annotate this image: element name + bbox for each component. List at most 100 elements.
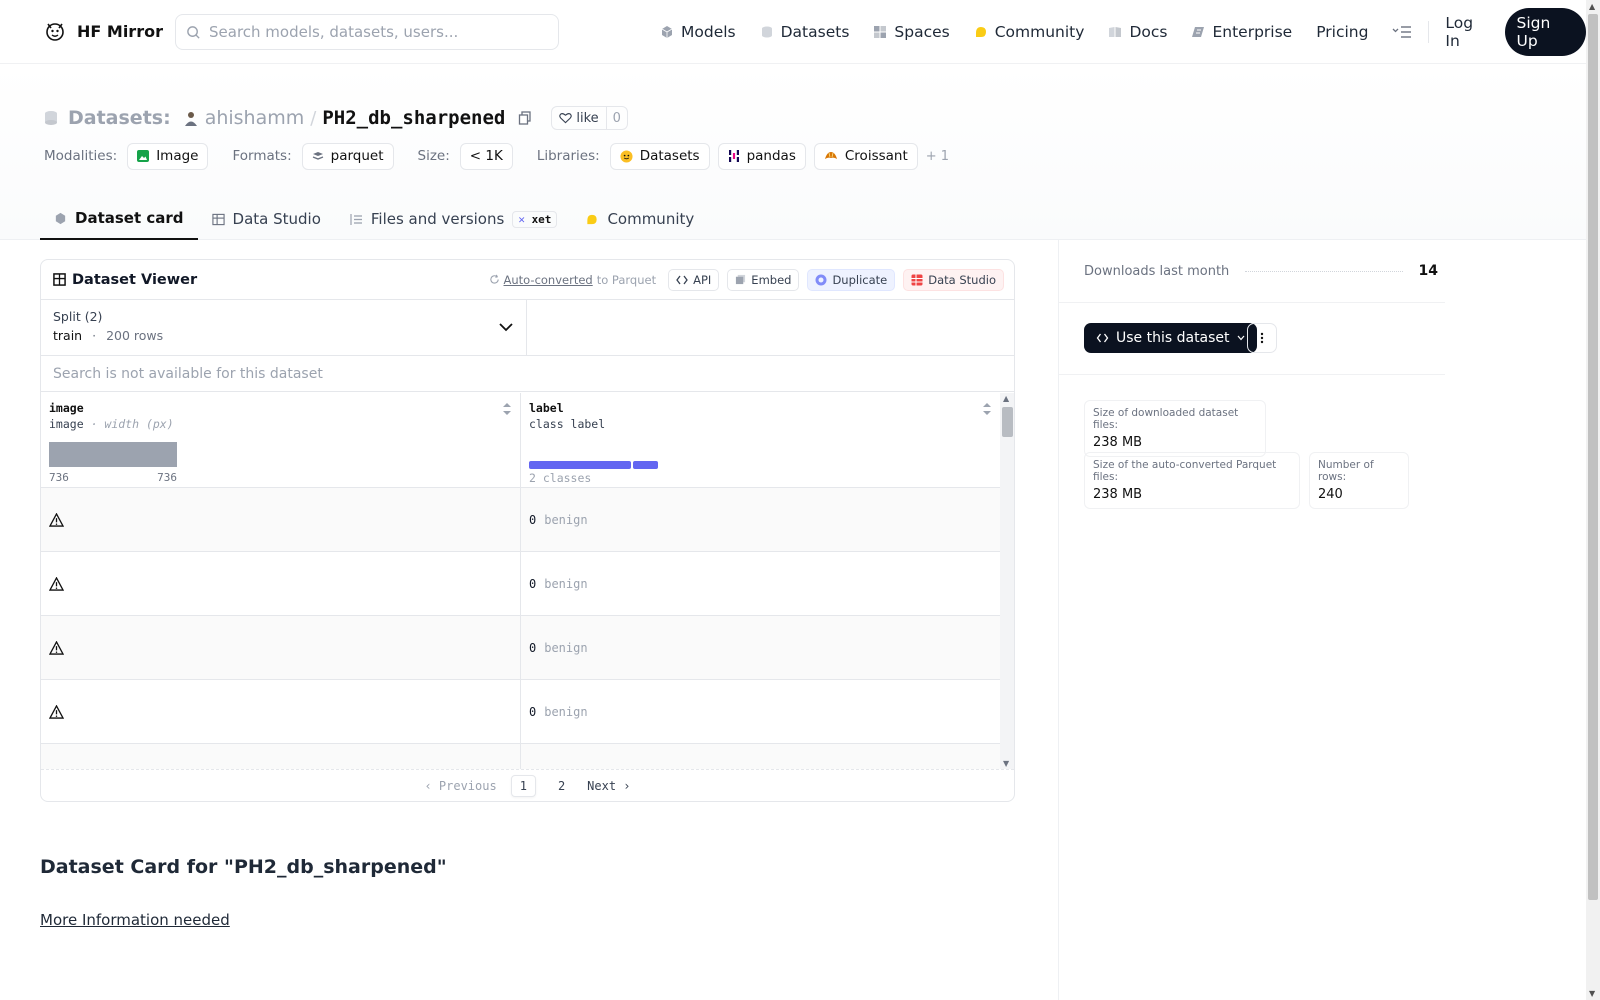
nav-datasets[interactable]: Datasets — [760, 23, 849, 41]
search-input[interactable] — [209, 23, 549, 41]
repo-name[interactable]: PH2_db_sharpened — [322, 107, 505, 129]
api-label: API — [693, 272, 712, 287]
image-cell[interactable] — [41, 552, 520, 615]
api-button[interactable]: API — [668, 268, 720, 291]
data-studio-button[interactable]: Data Studio — [903, 268, 1004, 291]
sort-icon[interactable] — [502, 402, 512, 416]
format-pill-parquet[interactable]: parquet — [301, 142, 394, 170]
table-row[interactable]: 0 benign — [41, 488, 1000, 552]
section-label[interactable]: Datasets: — [68, 107, 171, 129]
class-distribution-bar[interactable] — [529, 461, 658, 469]
auto-converted-link[interactable]: Auto-converted — [504, 273, 593, 287]
brand[interactable]: HF Mirror — [42, 18, 163, 44]
table-row[interactable] — [41, 744, 1000, 769]
nav-models[interactable]: Models — [660, 23, 736, 41]
label-cell[interactable]: 0 benign — [520, 488, 1000, 551]
library-label-pandas: pandas — [746, 148, 796, 164]
page-scrollbar[interactable]: ▲ ▼ — [1586, 0, 1600, 1000]
library-pill-croissant[interactable]: Croissant — [813, 142, 918, 170]
scroll-down-icon[interactable]: ▼ — [1589, 989, 1595, 998]
column-type: class label — [529, 417, 606, 431]
tab-label: Community — [607, 210, 695, 228]
sort-icon[interactable] — [982, 402, 992, 416]
column-header-image[interactable]: image image · width (px) 736 736 — [41, 393, 520, 487]
nav-enterprise[interactable]: Enterprise — [1191, 23, 1292, 41]
xet-label: xet — [531, 212, 552, 226]
next-page-button[interactable]: Next › — [587, 779, 630, 793]
xet-badge: ✕ xet — [512, 210, 558, 228]
image-icon — [137, 150, 150, 162]
nav-community[interactable]: Community — [974, 23, 1084, 41]
embed-button[interactable]: Embed — [727, 268, 800, 291]
scroll-up-icon[interactable]: ▲ — [1003, 394, 1009, 403]
histogram-max: 736 — [157, 471, 177, 484]
label-cell[interactable]: 0 benign — [520, 680, 1000, 743]
repo-owner[interactable]: ahishamm — [205, 107, 305, 129]
grid-scrollbar[interactable]: ▲ ▼ — [1000, 393, 1014, 769]
modality-pill-image[interactable]: Image — [127, 142, 209, 170]
libraries-key: Libraries: — [536, 148, 600, 164]
warning-icon — [49, 576, 64, 591]
dataset-icon — [45, 111, 57, 125]
login-link[interactable]: Log In — [1445, 14, 1490, 50]
nav-spaces-label: Spaces — [894, 23, 950, 41]
label-id: 0 — [529, 512, 537, 527]
table-row[interactable]: 0 benign — [41, 616, 1000, 680]
split-selector[interactable]: Split (2) train · 200 rows — [41, 300, 527, 355]
downloads-row: Downloads last month 14 — [1084, 263, 1438, 279]
hf-emoji-icon — [620, 149, 633, 163]
page-2-button[interactable]: 2 — [550, 776, 573, 796]
library-pill-pandas[interactable]: pandas — [717, 142, 806, 170]
table-row[interactable]: 0 benign — [41, 680, 1000, 744]
format-label: parquet — [330, 148, 384, 164]
label-cell[interactable] — [520, 744, 1000, 769]
scroll-down-icon[interactable]: ▼ — [1003, 759, 1009, 768]
stat-value: 238 MB — [1093, 487, 1143, 502]
search-box[interactable] — [175, 14, 559, 50]
width-histogram-bar[interactable] — [49, 442, 177, 467]
image-cell[interactable] — [41, 616, 520, 679]
like-button[interactable]: like 0 — [551, 106, 628, 130]
more-options-button[interactable] — [1247, 323, 1277, 353]
more-info-link[interactable]: More Information needed — [40, 911, 230, 929]
signup-button[interactable]: Sign Up — [1504, 8, 1586, 56]
nav-spaces[interactable]: Spaces — [873, 23, 950, 41]
label-cell[interactable]: 0 benign — [520, 616, 1000, 679]
library-pill-datasets[interactable]: Datasets — [609, 142, 710, 170]
label-cell[interactable]: 0 benign — [520, 552, 1000, 615]
scrollbar-thumb[interactable] — [1002, 407, 1013, 437]
image-cell[interactable] — [41, 488, 520, 551]
label-name: benign — [544, 576, 588, 591]
auto-converted-note: Auto-converted to Parquet — [489, 273, 656, 287]
tab-data-studio[interactable]: Data Studio — [198, 198, 335, 240]
stat-row-count: Number of rows: 240 — [1309, 452, 1409, 509]
more-libraries[interactable]: + 1 — [926, 149, 949, 164]
use-this-dataset-button[interactable]: Use this dataset — [1084, 323, 1257, 353]
scrollbar-thumb[interactable] — [1588, 14, 1598, 900]
tab-dataset-card[interactable]: Dataset card — [40, 198, 198, 240]
nav-pricing[interactable]: Pricing — [1316, 23, 1368, 41]
class-segment[interactable] — [529, 461, 631, 469]
page-1-button[interactable]: 1 — [510, 775, 536, 797]
column-header-label[interactable]: label class label 2 classes — [520, 393, 1000, 487]
table-row[interactable]: 0 benign — [41, 552, 1000, 616]
tab-files-and-versions[interactable]: Files and versions ✕ xet — [335, 198, 572, 240]
image-cell[interactable] — [41, 680, 520, 743]
viewer-actions: Auto-converted to Parquet API Embed Dupl… — [489, 268, 1004, 291]
nav-docs[interactable]: Docs — [1108, 23, 1167, 41]
label-name: benign — [544, 512, 588, 527]
tab-label: Files and versions — [370, 210, 505, 228]
size-pill[interactable]: < 1K — [459, 142, 513, 170]
class-segment[interactable] — [633, 461, 658, 469]
tab-community[interactable]: Community — [571, 198, 708, 240]
nav-more-menu[interactable] — [1392, 25, 1412, 39]
size-label: < 1K — [469, 148, 503, 164]
image-cell[interactable] — [41, 744, 520, 769]
copy-icon[interactable] — [517, 110, 533, 126]
previous-page-button[interactable]: ‹ Previous — [424, 779, 496, 793]
datasets-icon — [761, 26, 772, 38]
duplicate-button[interactable]: Duplicate — [807, 268, 896, 291]
scroll-up-icon[interactable]: ▲ — [1589, 2, 1595, 11]
viewer-header: Dataset Viewer Auto-converted to Parquet… — [41, 260, 1014, 300]
tab-label: Data Studio — [232, 210, 321, 228]
